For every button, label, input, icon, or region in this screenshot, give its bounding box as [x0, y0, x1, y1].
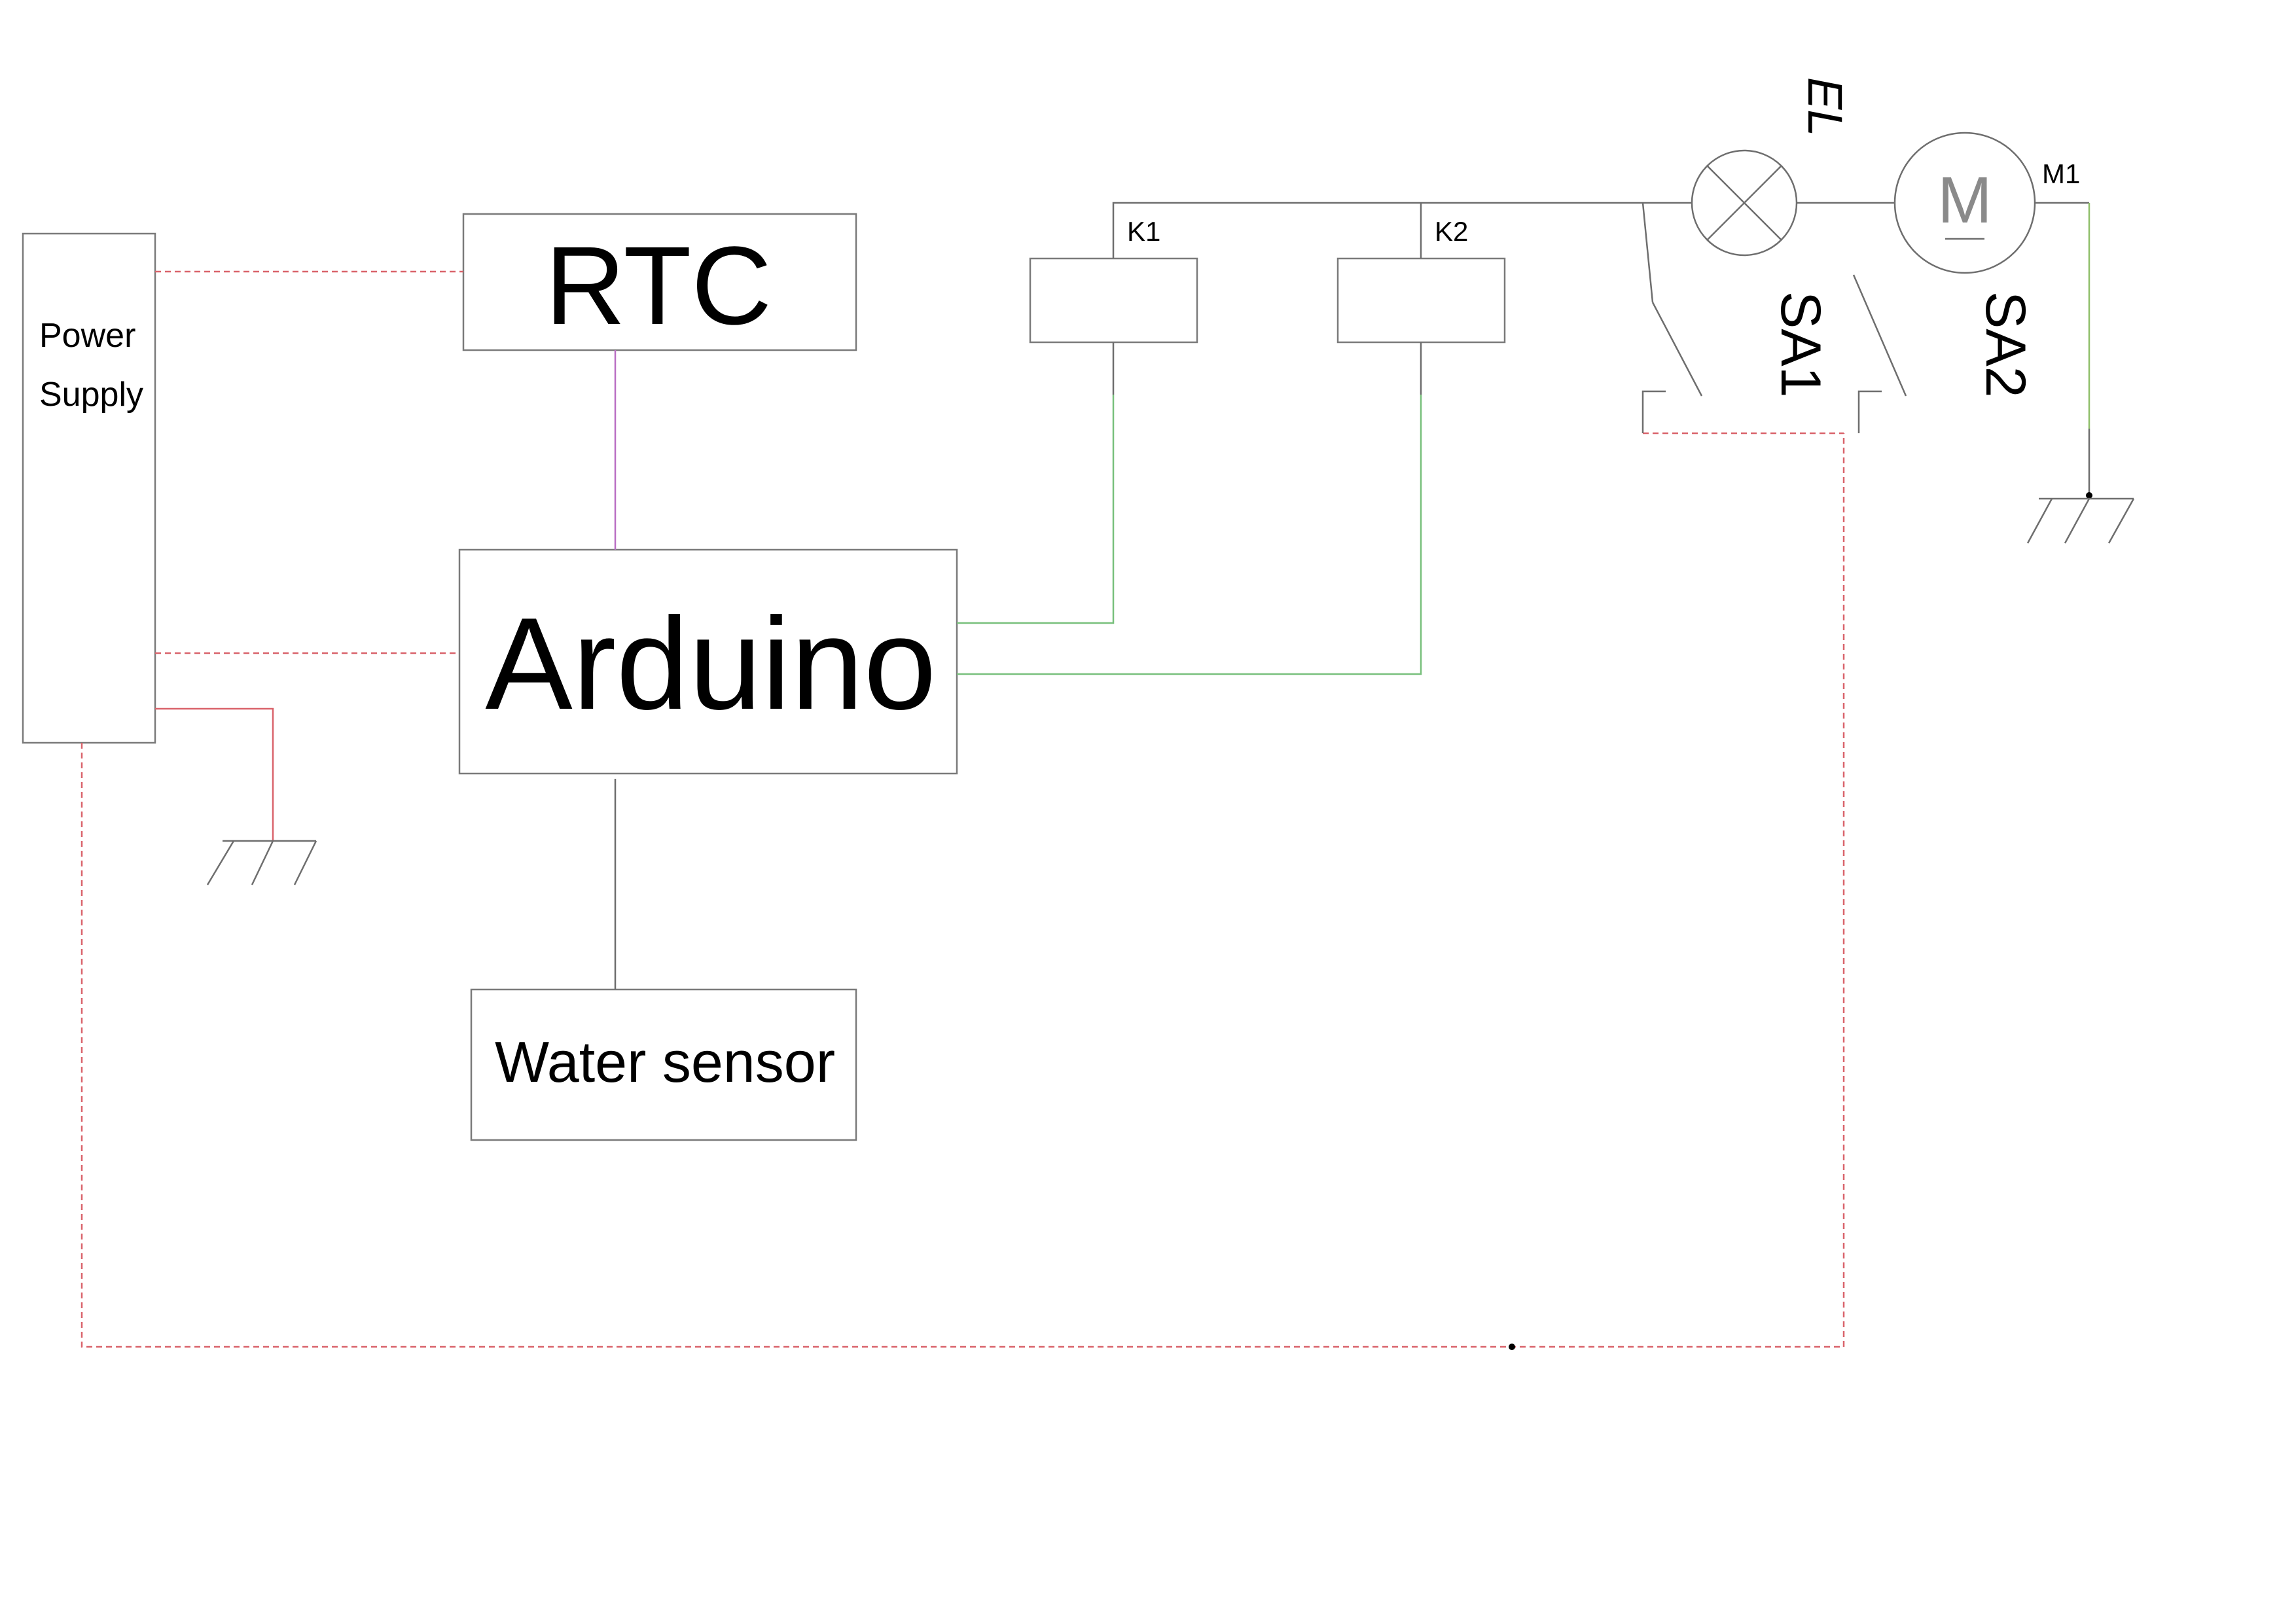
water-sensor-block: Water sensor: [470, 988, 857, 1141]
power-supply-block: Power Supply: [22, 232, 156, 744]
lamp-icon: [1691, 149, 1798, 257]
wiring-schematic: Power Supply RTC Arduino Water sensor K1…: [22, 77, 2135, 1350]
power-return-loop-wire: [81, 433, 1845, 1348]
motor-symbol: M: [1937, 164, 1992, 237]
ground-junction-dot: [2086, 492, 2092, 499]
switch-sa2-label: SA2: [1974, 291, 2037, 398]
water-sensor-label: Water sensor: [495, 1029, 835, 1094]
relay-k1-label: K1: [1127, 216, 1160, 247]
ground-icon: [206, 840, 317, 885]
ground-icon-motor: [2026, 497, 2135, 544]
switch-sa2-icon: [1852, 274, 1907, 433]
arduino-to-k1-wire: [957, 395, 1115, 624]
rtc-label: RTC: [545, 224, 772, 348]
motor-label: M1: [2042, 158, 2080, 189]
arduino-to-k2-wire: [957, 395, 1422, 675]
arduino-block: Arduino: [458, 548, 958, 775]
top-bus-wire: [1112, 202, 1692, 259]
power-supply-label-line1: Power: [39, 317, 135, 355]
power-ground-wire: [155, 707, 274, 841]
switch-sa1-label: SA1: [1769, 291, 1832, 398]
switch-sa1-icon: [1641, 202, 1703, 433]
rtc-block: RTC: [462, 213, 857, 351]
power-supply-label-line2: Supply: [39, 376, 143, 414]
arduino-label: Arduino: [485, 591, 936, 737]
motor-icon: M: [1893, 132, 2036, 274]
relay-k2-label: K2: [1435, 216, 1468, 247]
return-junction-dot: [1509, 1344, 1515, 1350]
lamp-label: EL: [1798, 77, 1852, 137]
